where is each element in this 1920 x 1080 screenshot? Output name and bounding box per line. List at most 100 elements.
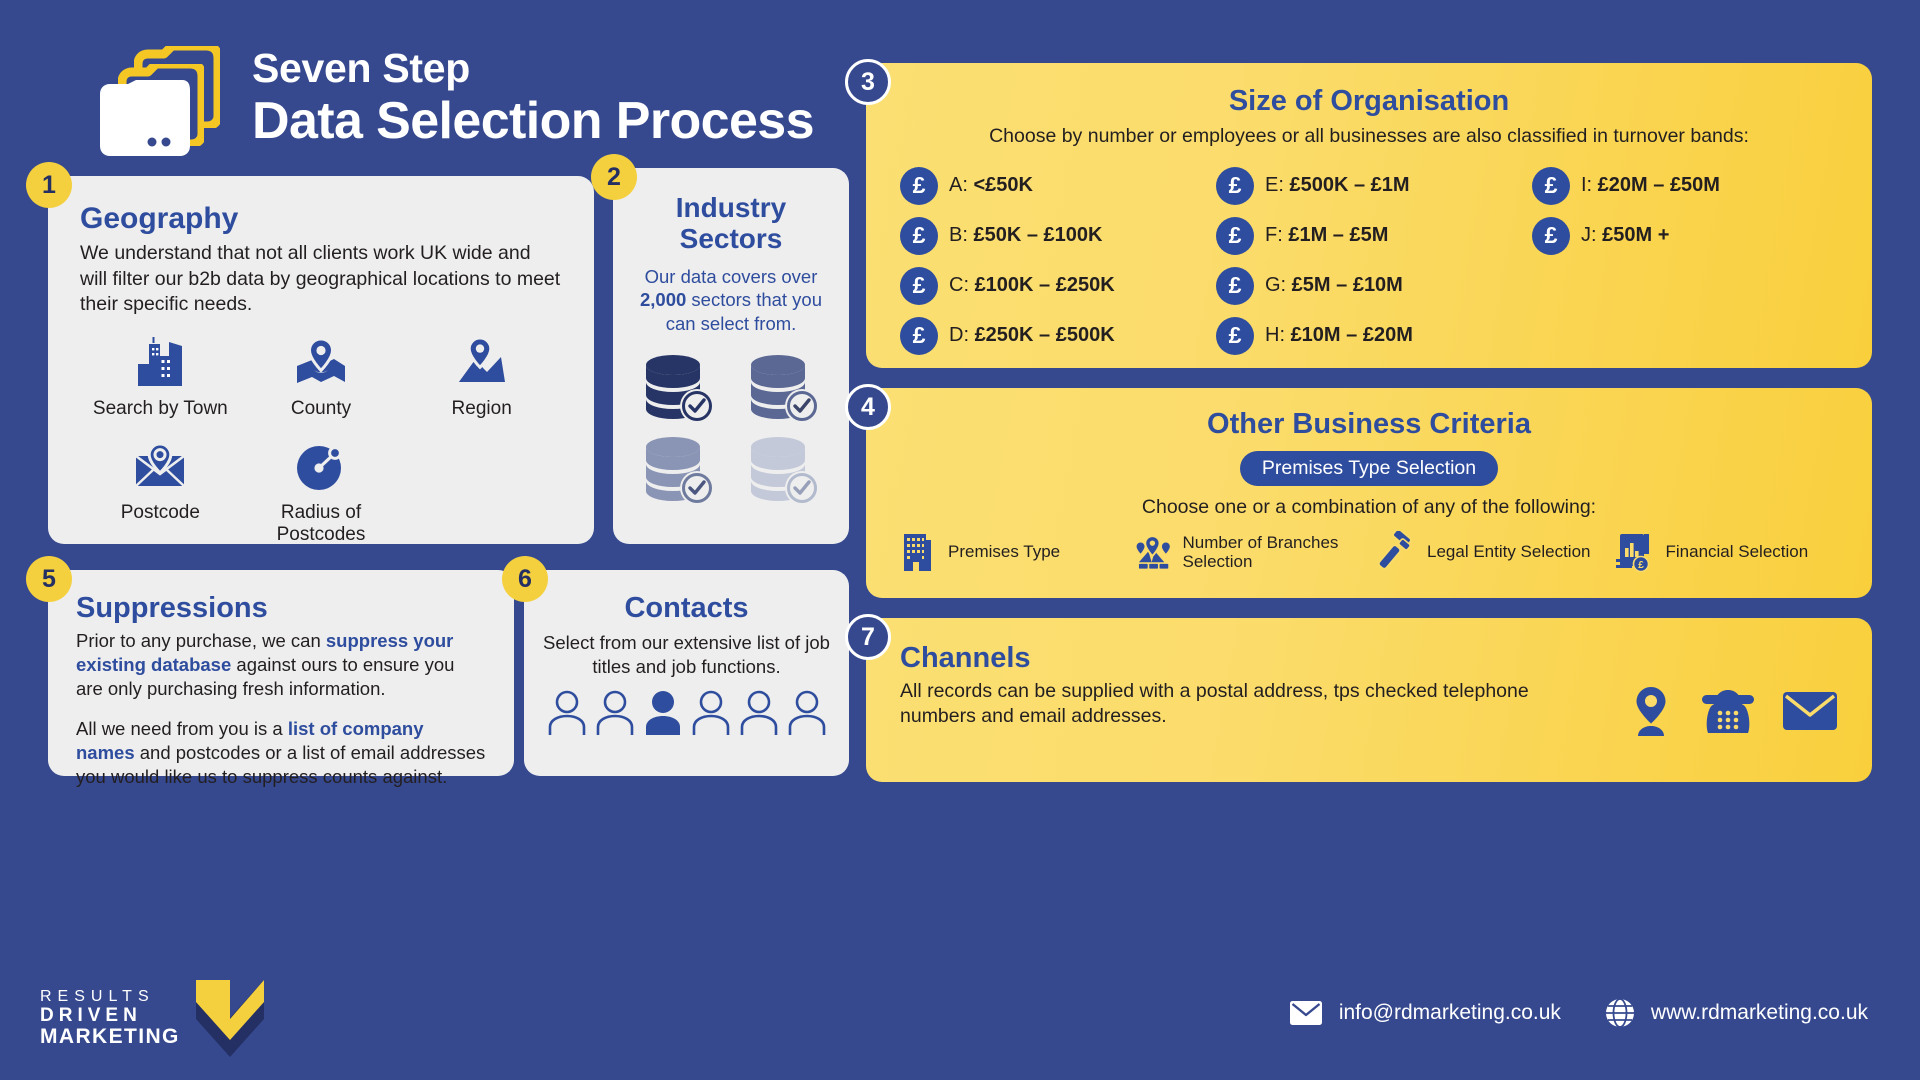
turnover-band-spacer bbox=[1532, 267, 1838, 305]
turnover-band-h[interactable]: £ H: £10M – £20M bbox=[1216, 316, 1522, 355]
office-building-icon bbox=[904, 534, 931, 571]
pound-coin-icon: £ bbox=[900, 316, 938, 355]
infographic-canvas: Seven Step Data Selection Process 1 Geog… bbox=[0, 0, 1920, 1080]
pound-coin-icon: £ bbox=[900, 166, 938, 205]
branches-map-pins-icon bbox=[1134, 535, 1171, 569]
criteria-subtitle: Choose one or a combination of any of th… bbox=[1141, 496, 1597, 518]
financial-document-icon: £ bbox=[1615, 534, 1649, 573]
location-pin-icon[interactable] bbox=[1628, 686, 1674, 736]
geo-item-radius-of-postcodes[interactable]: Radius of Postcodes bbox=[241, 440, 402, 546]
industry-body-post: sectors that you can select from. bbox=[665, 289, 823, 335]
step-badge-5: 5 bbox=[26, 556, 72, 602]
pound-coin-icon: £ bbox=[900, 216, 938, 255]
person-outline-icon[interactable] bbox=[594, 690, 636, 736]
turnover-band-g[interactable]: £ G: £5M – £10M bbox=[1216, 266, 1522, 305]
criteria-title: Other Business Criteria bbox=[1207, 408, 1531, 440]
pound-coin-icon: £ bbox=[1216, 216, 1254, 255]
geo-item-search-by-town[interactable]: Search by Town bbox=[80, 336, 241, 420]
page-title: Data Selection Process bbox=[252, 92, 815, 151]
turnover-band-spacer bbox=[1532, 317, 1838, 355]
turnover-band-e[interactable]: £ E: £500K – £1M bbox=[1216, 166, 1522, 205]
geo-item-postcode[interactable]: Postcode bbox=[80, 440, 241, 546]
turnover-band-j[interactable]: £ J: £50M + bbox=[1532, 216, 1838, 255]
person-outline-icon[interactable] bbox=[690, 690, 732, 736]
step-badge-1: 1 bbox=[26, 162, 72, 208]
criteria-item-label: Legal Entity Selection bbox=[1427, 542, 1591, 562]
turnover-band-label: H: £10M – £20M bbox=[1265, 324, 1413, 347]
criteria-items: Premises Type Number of Branches Selecti… bbox=[896, 531, 1842, 573]
map-pin-folded-map-icon bbox=[296, 337, 345, 384]
turnover-band-label: E: £500K – £1M bbox=[1265, 174, 1410, 197]
pound-coin-icon: £ bbox=[1216, 266, 1254, 305]
suppressions-title: Suppressions bbox=[76, 592, 268, 624]
geo-item-region[interactable]: Region bbox=[401, 336, 562, 420]
criteria-item-number-of-branches[interactable]: Number of Branches Selection bbox=[1134, 531, 1366, 573]
database-check-icon[interactable] bbox=[744, 434, 824, 508]
step-card-other-business-criteria: 4 Other Business Criteria Premises Type … bbox=[845, 384, 1872, 598]
step-badge-7: 7 bbox=[845, 614, 891, 660]
telephone-icon[interactable] bbox=[1700, 686, 1756, 736]
step-badge-4: 4 bbox=[845, 384, 891, 430]
premises-type-selection-pill[interactable]: Premises Type Selection bbox=[1239, 451, 1499, 486]
pound-coin-icon: £ bbox=[1532, 216, 1570, 255]
industry-body-count: 2,000 bbox=[639, 289, 687, 311]
header: Seven Step Data Selection Process bbox=[96, 42, 815, 156]
pound-coin-icon: £ bbox=[1532, 166, 1570, 205]
svg-text:£: £ bbox=[1638, 560, 1644, 571]
size-subtitle: Choose by number or employees or all bus… bbox=[989, 125, 1749, 147]
geo-item-label: Region bbox=[451, 398, 512, 420]
turnover-band-a[interactable]: £ A: <£50K bbox=[900, 166, 1206, 205]
step-card-suppressions: 5 Suppressions Prior to any purchase, we… bbox=[26, 556, 514, 787]
criteria-item-financial-selection[interactable]: £ Financial Selection bbox=[1612, 531, 1843, 573]
step-badge-3: 3 bbox=[845, 59, 891, 105]
footer-website[interactable]: www.rdmarketing.co.uk bbox=[1651, 1001, 1868, 1025]
city-buildings-icon bbox=[138, 337, 183, 387]
footer-email[interactable]: info@rdmarketing.co.uk bbox=[1339, 1001, 1561, 1025]
database-check-icon[interactable] bbox=[744, 352, 824, 426]
geography-body: We understand that not all clients work … bbox=[80, 242, 561, 316]
criteria-item-legal-entity[interactable]: Legal Entity Selection bbox=[1373, 531, 1604, 573]
suppressions-paragraph-2: All we need from you is a list of compan… bbox=[76, 718, 486, 788]
turnover-band-label: B: £50K – £100K bbox=[949, 224, 1103, 247]
pound-coin-icon: £ bbox=[1216, 316, 1254, 355]
step-card-industry-sectors: 2 Industry Sectors Our data covers over … bbox=[591, 154, 849, 544]
turnover-band-i[interactable]: £ I: £20M – £50M bbox=[1532, 166, 1838, 205]
geo-item-label: Postcode bbox=[120, 502, 200, 524]
database-check-icon[interactable] bbox=[639, 434, 719, 508]
envelope-icon[interactable] bbox=[1782, 689, 1838, 733]
channels-body: All records can be supplied with a posta… bbox=[900, 680, 1529, 728]
contacts-title: Contacts bbox=[624, 592, 749, 624]
turnover-band-label: F: £1M – £5M bbox=[1265, 224, 1389, 247]
turnover-band-d[interactable]: £ D: £250K – £500K bbox=[900, 316, 1206, 355]
geo-item-county[interactable]: County bbox=[241, 336, 402, 420]
step-card-size-of-organisation: 3 Size of Organisation Choose by number … bbox=[845, 59, 1872, 368]
turnover-band-f[interactable]: £ F: £1M – £5M bbox=[1216, 216, 1522, 255]
envelope-icon bbox=[1289, 1001, 1322, 1025]
footer-logo: RESULTS DRIVEN MARKETING bbox=[40, 978, 268, 1060]
industry-title-line2: Sectors bbox=[679, 223, 783, 255]
geography-items: Search by Town County Region Postcode Ra… bbox=[80, 336, 562, 546]
map-pin-region-icon bbox=[458, 336, 505, 383]
pound-coin-icon: £ bbox=[1216, 166, 1254, 205]
turnover-band-c[interactable]: £ C: £100K – £250K bbox=[900, 266, 1206, 305]
turnover-band-label: A: <£50K bbox=[949, 174, 1033, 197]
person-outline-icon[interactable] bbox=[786, 690, 828, 736]
footer-contact: info@rdmarketing.co.uk www.rdmarketing.c… bbox=[1289, 998, 1868, 1028]
industry-database-icons bbox=[629, 352, 833, 508]
step-card-contacts: 6 Contacts Select from our extensive lis… bbox=[502, 556, 849, 776]
industry-title-line1: Industry bbox=[675, 192, 787, 223]
criteria-item-label: Number of Branches Selection bbox=[1182, 532, 1339, 571]
criteria-item-label: Financial Selection bbox=[1665, 542, 1809, 562]
geo-item-label: County bbox=[290, 398, 352, 420]
person-filled-icon[interactable] bbox=[642, 690, 684, 736]
footer-logo-line2: DRIVEN bbox=[40, 1005, 142, 1027]
person-outline-icon[interactable] bbox=[738, 690, 780, 736]
radius-target-icon bbox=[296, 446, 342, 491]
header-title-line1: Seven Step bbox=[252, 45, 471, 92]
criteria-item-premises-type[interactable]: Premises Type bbox=[896, 531, 1127, 573]
person-outline-icon[interactable] bbox=[546, 690, 588, 736]
footer-logo-line3: MARKETING bbox=[40, 1025, 180, 1049]
contacts-people-icons bbox=[542, 690, 831, 736]
database-check-icon[interactable] bbox=[639, 352, 719, 426]
turnover-band-b[interactable]: £ B: £50K – £100K bbox=[900, 216, 1206, 255]
